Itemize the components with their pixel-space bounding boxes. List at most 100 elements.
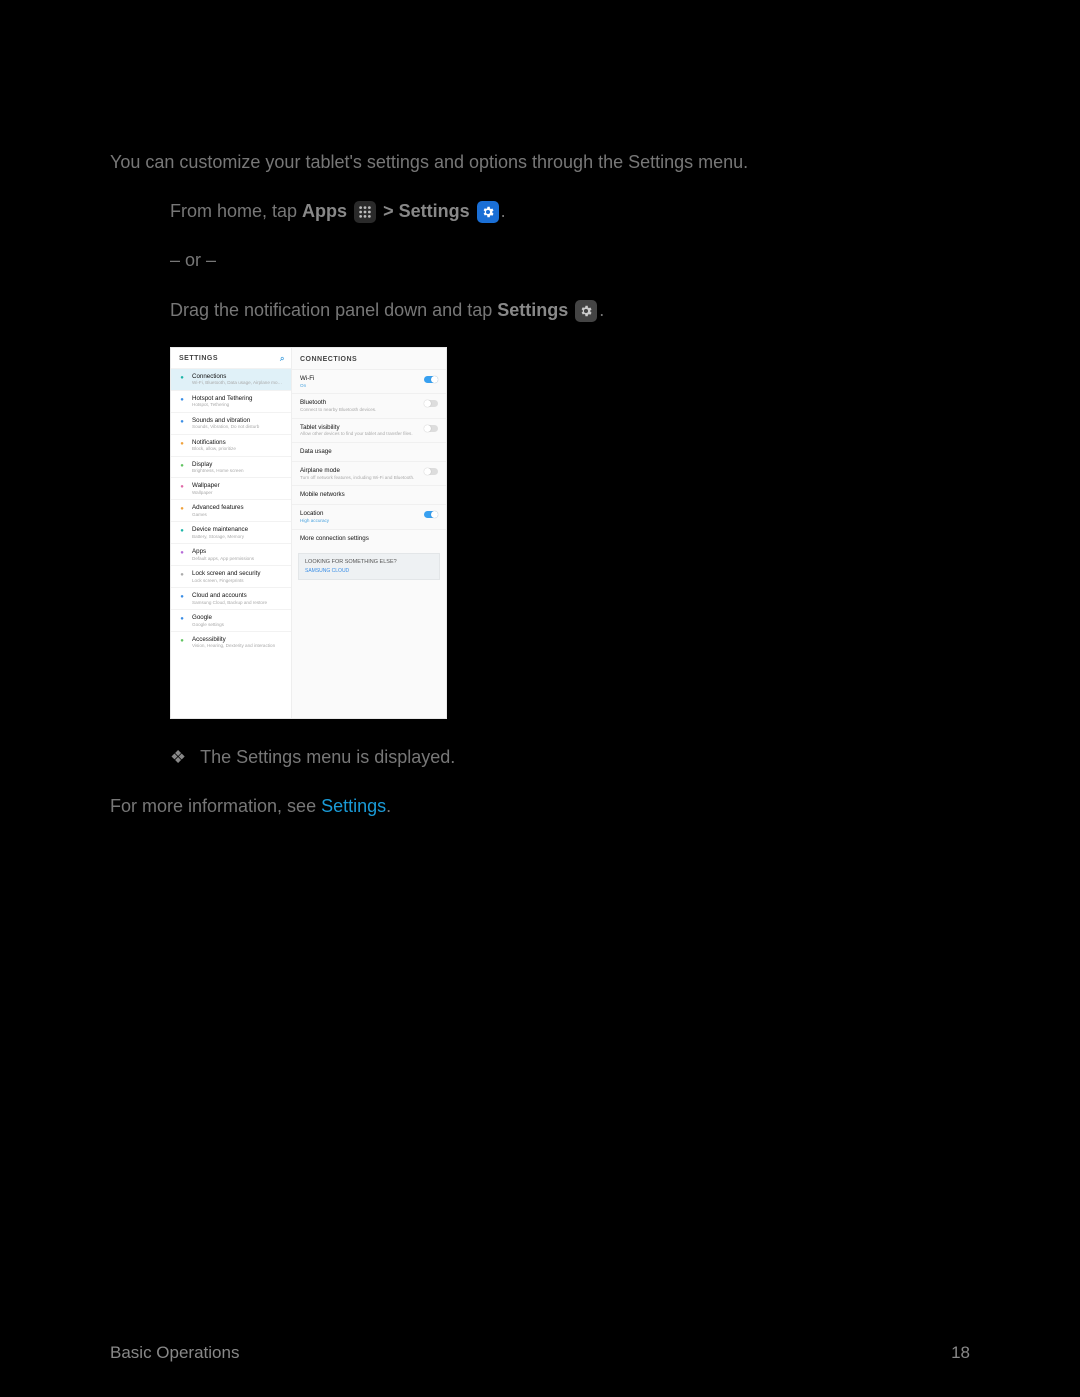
settings-right-panel: CONNECTIONS Wi-FiOnBluetoothConnect to n… bbox=[292, 348, 446, 718]
looking-for-label: LOOKING FOR SOMETHING ELSE? bbox=[305, 559, 433, 565]
item-subtitle: Games bbox=[192, 512, 244, 518]
item-title: Lock screen and security bbox=[192, 570, 260, 577]
item-sub: Allow other devices to find your tablet … bbox=[300, 431, 420, 437]
item-icon: ● bbox=[177, 526, 187, 536]
item-icon: ● bbox=[177, 417, 187, 427]
item-title: Wi-Fi bbox=[300, 375, 420, 383]
search-icon: ⌕ bbox=[280, 354, 285, 364]
item-icon: ● bbox=[177, 395, 187, 405]
item-subtitle: Brightness, Home screen bbox=[192, 468, 244, 474]
step2-pre: Drag the notification panel down and tap bbox=[170, 300, 497, 320]
item-subtitle: Lock screen, Fingerprints bbox=[192, 578, 260, 584]
settings-left-item: ● Lock screen and securityLock screen, Fi… bbox=[171, 565, 291, 587]
settings-left-item: ●Hotspot and TetheringHotspot, Tethering bbox=[171, 390, 291, 412]
item-icon: ● bbox=[177, 636, 187, 646]
settings-left-item: ●ConnectionsWi-Fi, Bluetooth, Data usage… bbox=[171, 368, 291, 390]
settings-screenshot: SETTINGS ⌕ ●ConnectionsWi-Fi, Bluetooth,… bbox=[170, 347, 447, 719]
gear-icon bbox=[477, 201, 499, 223]
connections-item: Tablet visibilityAllow other devices to … bbox=[292, 418, 446, 442]
item-icon: ● bbox=[177, 570, 187, 580]
item-title: Display bbox=[192, 461, 244, 468]
step-2: Drag the notification panel down and tap… bbox=[170, 298, 970, 323]
item-title: Advanced features bbox=[192, 504, 244, 511]
settings-left-item: ● Cloud and accountsSamsung Cloud, Backup… bbox=[171, 587, 291, 609]
or-separator: – or – bbox=[170, 248, 970, 273]
result-text: The Settings menu is displayed. bbox=[200, 745, 455, 770]
more-post: . bbox=[386, 796, 391, 816]
connections-item: BluetoothConnect to nearby Bluetooth dev… bbox=[292, 393, 446, 417]
item-subtitle: Default apps, App permissions bbox=[192, 556, 254, 562]
more-info: For more information, see Settings. bbox=[110, 794, 970, 819]
apps-label: Apps bbox=[302, 201, 347, 221]
connections-item: Data usage bbox=[292, 442, 446, 461]
item-sub: On bbox=[300, 383, 420, 389]
item-subtitle: Wallpaper bbox=[192, 490, 220, 496]
footer-section: Basic Operations bbox=[110, 1343, 239, 1363]
settings-left-item: ● Sounds and vibrationSounds, Vibration, … bbox=[171, 412, 291, 434]
item-title: Wallpaper bbox=[192, 482, 220, 489]
item-title: Hotspot and Tethering bbox=[192, 395, 252, 402]
settings-link[interactable]: Settings bbox=[321, 796, 386, 816]
item-icon: ● bbox=[177, 592, 187, 602]
settings-left-item: ● WallpaperWallpaper bbox=[171, 477, 291, 499]
item-title: Location bbox=[300, 510, 420, 518]
item-icon: ● bbox=[177, 439, 187, 449]
item-title: Mobile networks bbox=[300, 491, 438, 499]
settings-left-item: ● GoogleGoogle settings bbox=[171, 609, 291, 631]
page-number: 18 bbox=[951, 1343, 970, 1363]
toggle-off bbox=[424, 468, 438, 475]
result-bullet: ❖ The Settings menu is displayed. bbox=[170, 745, 970, 770]
connections-header: CONNECTIONS bbox=[292, 348, 446, 369]
item-icon: ● bbox=[177, 373, 187, 383]
item-sub: High accuracy bbox=[300, 518, 420, 524]
step2-post: . bbox=[599, 300, 604, 320]
item-title: Notifications bbox=[192, 439, 236, 446]
item-sub: Turn off network features, including Wi-… bbox=[300, 475, 420, 481]
intro-text: You can customize your tablet's settings… bbox=[110, 150, 970, 175]
toggle-off bbox=[424, 400, 438, 407]
settings-title: SETTINGS bbox=[179, 355, 218, 362]
settings-label-2: Settings bbox=[497, 300, 568, 320]
item-icon: ● bbox=[177, 548, 187, 558]
settings-left-item: ●Device maintenanceBattery, Storage, Mem… bbox=[171, 521, 291, 543]
item-subtitle: Google settings bbox=[192, 622, 224, 628]
item-title: Google bbox=[192, 614, 224, 621]
item-sub: Connect to nearby Bluetooth devices. bbox=[300, 407, 420, 413]
toggle-on bbox=[424, 511, 438, 518]
settings-left-item: ●AppsDefault apps, App permissions bbox=[171, 543, 291, 565]
settings-left-item: ●Advanced featuresGames bbox=[171, 499, 291, 521]
item-icon: ● bbox=[177, 614, 187, 624]
item-subtitle: Samsung Cloud, Backup and restore bbox=[192, 600, 267, 606]
step1-mid: > bbox=[378, 201, 399, 221]
settings-left-item: ● DisplayBrightness, Home screen bbox=[171, 456, 291, 478]
item-icon: ● bbox=[177, 461, 187, 471]
item-icon: ● bbox=[177, 482, 187, 492]
toggle-on bbox=[424, 376, 438, 383]
content-area: You can customize your tablet's settings… bbox=[110, 150, 970, 843]
connections-item: More connection settings bbox=[292, 529, 446, 548]
item-subtitle: Wi-Fi, Bluetooth, Data usage, Airplane m… bbox=[192, 380, 282, 386]
settings-left-header: SETTINGS ⌕ bbox=[171, 348, 291, 368]
item-title: Cloud and accounts bbox=[192, 592, 267, 599]
item-title: Bluetooth bbox=[300, 399, 420, 407]
settings-label-1: Settings bbox=[399, 201, 470, 221]
item-title: Sounds and vibration bbox=[192, 417, 259, 424]
settings-left-item: ●NotificationsBlock, allow, prioritize bbox=[171, 434, 291, 456]
item-title: More connection settings bbox=[300, 535, 438, 543]
connections-item: LocationHigh accuracy bbox=[292, 504, 446, 528]
bullet-icon: ❖ bbox=[170, 745, 186, 770]
samsung-cloud-link: SAMSUNG CLOUD bbox=[305, 568, 433, 574]
item-title: Device maintenance bbox=[192, 526, 248, 533]
step1-post: . bbox=[501, 201, 506, 221]
item-subtitle: Vision, Hearing, Dexterity and interacti… bbox=[192, 643, 275, 649]
connections-item: Wi-FiOn bbox=[292, 369, 446, 393]
item-subtitle: Sounds, Vibration, Do not disturb bbox=[192, 424, 259, 430]
toggle-off bbox=[424, 425, 438, 432]
more-pre: For more information, see bbox=[110, 796, 321, 816]
looking-for-box: LOOKING FOR SOMETHING ELSE? SAMSUNG CLOU… bbox=[298, 553, 440, 580]
gear-icon bbox=[575, 300, 597, 322]
step-1: From home, tap Apps > Settings . bbox=[170, 199, 970, 224]
item-title: Airplane mode bbox=[300, 467, 420, 475]
page: You can customize your tablet's settings… bbox=[0, 0, 1080, 1397]
connections-item: Airplane modeTurn off network features, … bbox=[292, 461, 446, 485]
